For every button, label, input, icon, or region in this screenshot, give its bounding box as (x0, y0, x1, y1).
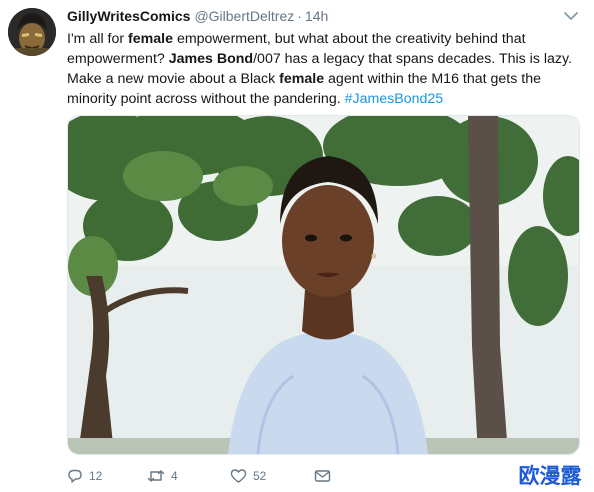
envelope-icon (314, 470, 331, 482)
separator-dot: · (297, 8, 302, 24)
bold-keyword: James Bond (168, 51, 254, 67)
reply-count: 12 (89, 469, 103, 483)
like-button[interactable]: 52 (230, 466, 266, 486)
photo-image (68, 116, 579, 454)
svg-text:欧漫露: 欧漫露 (519, 464, 583, 488)
hashtag-link[interactable]: #JamesBond25 (345, 91, 444, 107)
watermark-logo: 欧漫露 欧漫露 (510, 462, 590, 489)
direct-message-button[interactable] (314, 466, 331, 486)
retweet-count: 4 (171, 469, 178, 483)
retweet-icon (147, 470, 165, 482)
bold-keyword: female (279, 71, 325, 87)
avatar[interactable] (8, 8, 56, 56)
avatar-image (8, 8, 56, 56)
reply-icon (68, 469, 82, 483)
tweet-photo[interactable] (67, 115, 580, 455)
user-handle[interactable]: @GilbertDeltrez (194, 8, 294, 24)
reply-button[interactable]: 12 (67, 466, 102, 486)
heart-icon (230, 469, 247, 483)
timestamp[interactable]: 14h (305, 8, 328, 24)
like-count: 52 (253, 469, 267, 483)
tweet-header: GillyWritesComics @GilbertDeltrez · 14h (67, 7, 328, 25)
bold-keyword: female (128, 31, 173, 47)
chevron-down-icon[interactable] (562, 9, 580, 23)
tweet-text: I'm all for female empowerment, but what… (67, 29, 577, 109)
tweet-text-segment: I'm all for (67, 31, 129, 47)
retweet-button[interactable]: 4 (147, 466, 178, 486)
display-name[interactable]: GillyWritesComics (67, 8, 190, 24)
tweet-card[interactable]: GillyWritesComics @GilbertDeltrez · 14h I'm… (0, 0, 594, 492)
